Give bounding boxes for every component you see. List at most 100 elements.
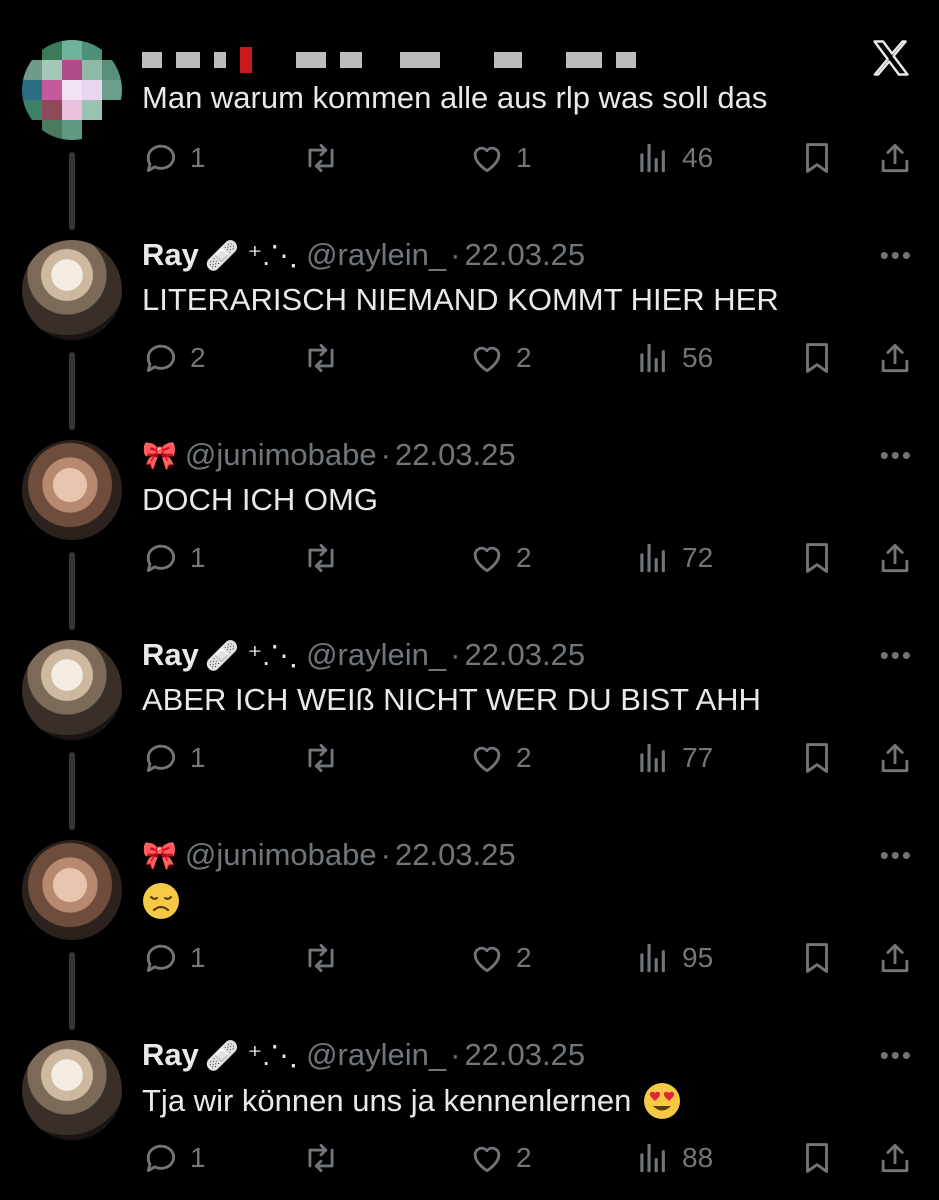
like-button[interactable]: 2 <box>468 1136 532 1180</box>
disappointed-face-emoji <box>143 883 179 919</box>
bookmark-icon <box>806 543 828 573</box>
avatar[interactable] <box>22 240 122 340</box>
like-button[interactable]: 2 <box>468 936 532 980</box>
like-button[interactable]: 2 <box>468 336 532 380</box>
tweet[interactable]: Ray 🩹 ⁺.⋱ @raylein_ · 22.03.25 ••• ABER … <box>0 600 939 800</box>
timestamp[interactable]: 22.03.25 <box>464 237 585 273</box>
reply-icon <box>146 144 176 173</box>
author-name-redacted <box>142 40 636 80</box>
reply-count: 2 <box>190 342 206 373</box>
avatar[interactable] <box>22 1040 122 1140</box>
timestamp[interactable]: 22.03.25 <box>464 1037 585 1073</box>
like-count: 1 <box>516 142 532 173</box>
tweet[interactable]: Ray 🩹 ⁺.⋱ @raylein_ · 22.03.25 ••• Tja w… <box>0 1000 939 1200</box>
tweet-actions: 2 2 56 <box>142 336 914 380</box>
handle[interactable]: @raylein_ <box>306 637 446 673</box>
x-icon[interactable] <box>869 36 913 80</box>
share-button[interactable] <box>876 936 914 980</box>
avatar[interactable] <box>22 440 122 540</box>
share-icon <box>881 943 909 973</box>
views-icon <box>640 543 665 573</box>
avatar[interactable] <box>22 40 122 140</box>
reply-icon <box>146 344 176 373</box>
share-button[interactable] <box>876 536 914 580</box>
share-button[interactable] <box>876 136 914 180</box>
tweet[interactable]: Ray 🩹 ⁺.⋱ @raylein_ · 22.03.25 ••• LITER… <box>0 200 939 400</box>
tweet[interactable]: 🎀 @junimobabe · 22.03.25 ••• 1 2 95 <box>0 800 939 1000</box>
tweet-text: DOCH ICH OMG <box>142 482 378 517</box>
reply-button[interactable]: 1 <box>142 136 206 180</box>
avatar[interactable] <box>22 640 122 740</box>
share-button[interactable] <box>876 336 914 380</box>
views-button[interactable]: 95 <box>634 936 713 980</box>
bookmark-button[interactable] <box>798 936 836 980</box>
retweet-button[interactable] <box>302 736 340 780</box>
reply-button[interactable]: 1 <box>142 736 206 780</box>
bookmark-button[interactable] <box>798 736 836 780</box>
tweet-text: ABER ICH WEIß NICHT WER DU BIST AHH <box>142 682 761 717</box>
retweet-button[interactable] <box>302 536 340 580</box>
bookmark-icon <box>806 743 828 773</box>
more-options-button[interactable]: ••• <box>880 440 913 471</box>
retweet-button[interactable] <box>302 136 340 180</box>
retweet-icon <box>308 543 334 573</box>
handle[interactable]: @raylein_ <box>306 1037 446 1073</box>
bookmark-icon <box>806 143 828 173</box>
reply-button[interactable]: 1 <box>142 536 206 580</box>
avatar[interactable] <box>22 840 122 940</box>
like-button[interactable]: 2 <box>468 736 532 780</box>
views-button[interactable]: 88 <box>634 1136 713 1180</box>
share-icon <box>881 143 909 173</box>
timestamp[interactable]: 22.03.25 <box>395 437 516 473</box>
retweet-button[interactable] <box>302 336 340 380</box>
share-button[interactable] <box>876 1136 914 1180</box>
bookmark-button[interactable] <box>798 536 836 580</box>
view-count: 46 <box>682 142 714 173</box>
views-icon <box>640 743 665 773</box>
heart-icon <box>473 1146 501 1173</box>
more-options-button[interactable]: ••• <box>880 240 913 271</box>
reply-count: 1 <box>190 1142 206 1173</box>
more-options-button[interactable]: ••• <box>880 1040 913 1071</box>
heart-icon <box>473 746 501 773</box>
display-name[interactable]: Ray <box>142 637 199 673</box>
handle[interactable]: @junimobabe <box>185 437 377 473</box>
reply-button[interactable]: 1 <box>142 936 206 980</box>
bookmark-icon <box>806 1143 828 1173</box>
views-button[interactable]: 77 <box>634 736 713 780</box>
share-button[interactable] <box>876 736 914 780</box>
reply-count: 1 <box>190 142 206 173</box>
tweet[interactable]: Man warum kommen alle aus rlp was soll d… <box>0 0 939 200</box>
bow-emoji: 🎀 <box>142 439 177 471</box>
reply-icon <box>146 1144 176 1173</box>
reply-button[interactable]: 1 <box>142 1136 206 1180</box>
name-decoration: 🩹 ⁺.⋱ <box>204 1039 299 1071</box>
bookmark-button[interactable] <box>798 136 836 180</box>
views-button[interactable]: 46 <box>634 136 713 180</box>
bookmark-button[interactable] <box>798 1136 836 1180</box>
display-name[interactable]: Ray <box>142 237 199 273</box>
like-button[interactable]: 1 <box>468 136 532 180</box>
retweet-icon <box>308 143 334 173</box>
timestamp[interactable]: 22.03.25 <box>395 837 516 873</box>
more-options-button[interactable]: ••• <box>880 840 913 871</box>
tweet[interactable]: 🎀 @junimobabe · 22.03.25 ••• DOCH ICH OM… <box>0 400 939 600</box>
like-count: 2 <box>516 742 532 773</box>
views-button[interactable]: 56 <box>634 336 713 380</box>
heart-icon <box>473 546 501 573</box>
views-icon <box>640 1143 665 1173</box>
timestamp[interactable]: 22.03.25 <box>464 637 585 673</box>
retweet-button[interactable] <box>302 936 340 980</box>
handle[interactable]: @junimobabe <box>185 837 377 873</box>
tweet-header: Ray 🩹 ⁺.⋱ @raylein_ · 22.03.25 <box>142 1035 585 1075</box>
view-count: 77 <box>682 742 714 773</box>
views-button[interactable]: 72 <box>634 536 713 580</box>
handle[interactable]: @raylein_ <box>306 237 446 273</box>
display-name[interactable]: Ray <box>142 1037 199 1073</box>
name-decoration: 🩹 ⁺.⋱ <box>204 239 299 271</box>
retweet-button[interactable] <box>302 1136 340 1180</box>
bookmark-button[interactable] <box>798 336 836 380</box>
more-options-button[interactable]: ••• <box>880 640 913 671</box>
reply-button[interactable]: 2 <box>142 336 206 380</box>
like-button[interactable]: 2 <box>468 536 532 580</box>
